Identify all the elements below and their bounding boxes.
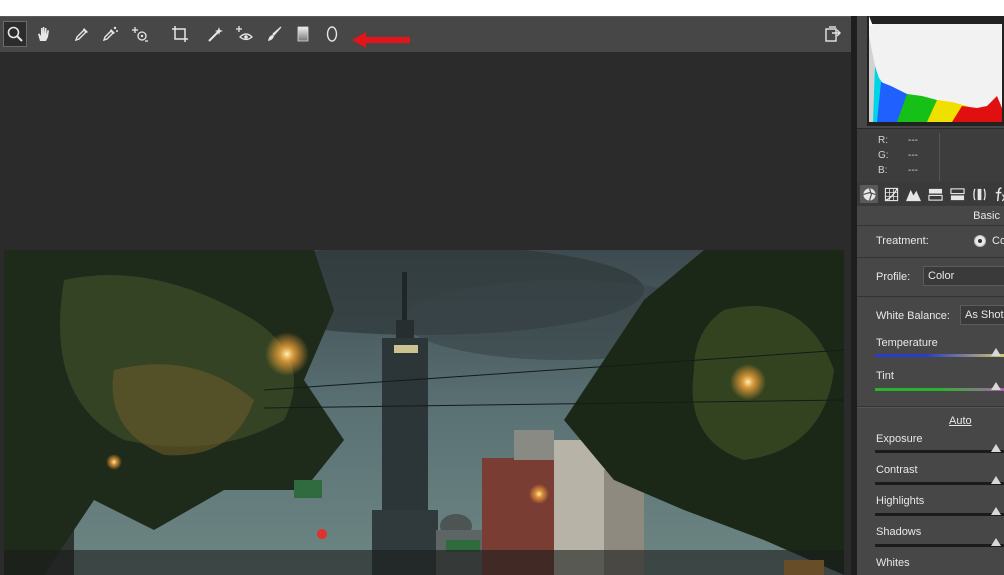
toolbar (0, 16, 851, 52)
camera-raw-window: R: --- G: --- B: --- Basic Treatment: Co… (0, 0, 1004, 575)
hand-icon (38, 27, 49, 41)
white-balance-tool-button[interactable] (70, 21, 94, 47)
tone-curve-icon (884, 187, 898, 201)
profile-dropdown[interactable]: Color (923, 266, 1004, 286)
temperature-slider-thumb[interactable] (991, 348, 1002, 356)
zoom-tool-button[interactable] (3, 21, 27, 47)
mountains-icon (905, 189, 921, 201)
white-balance-label: White Balance: (876, 310, 950, 322)
section-title: Basic (973, 210, 1000, 222)
exposure-slider-thumb[interactable] (991, 444, 1002, 452)
red-arrow-annotation (352, 32, 410, 48)
shadows-slider-thumb[interactable] (991, 538, 1002, 546)
contrast-slider-thumb[interactable] (991, 476, 1002, 484)
histogram (867, 16, 1004, 126)
readout-separator (939, 133, 940, 181)
graduated-filter-tool-button[interactable] (291, 21, 315, 47)
temperature-label: Temperature (876, 337, 938, 349)
magnifier-icon (7, 26, 23, 42)
rgb-readout: R: --- G: --- B: --- (857, 128, 1004, 186)
image-canvas[interactable] (0, 52, 851, 575)
adjustment-brush-tool-button[interactable] (262, 21, 286, 47)
exposure-slider[interactable] (875, 444, 1004, 453)
tab-effects[interactable] (991, 185, 1004, 203)
divider (857, 296, 1004, 297)
highlights-slider-thumb[interactable] (991, 507, 1002, 515)
split-toning-icon (949, 187, 965, 200)
g-value: --- (908, 150, 918, 161)
straighten-icon (208, 27, 223, 42)
shadows-slider[interactable] (875, 538, 1004, 547)
tint-label: Tint (876, 370, 894, 382)
contrast-label: Contrast (876, 464, 918, 476)
r-value: --- (908, 135, 918, 146)
straighten-tool-button[interactable] (204, 21, 228, 47)
tab-tone-curve[interactable] (882, 185, 900, 203)
exposure-label: Exposure (876, 433, 923, 445)
hsl-icon (927, 188, 943, 201)
divider (857, 407, 1004, 408)
section-header: Basic (857, 207, 1004, 226)
temperature-slider[interactable] (875, 348, 1004, 357)
brush-icon (268, 26, 282, 41)
tab-split-toning[interactable] (948, 185, 966, 203)
tab-detail[interactable] (904, 185, 922, 203)
divider (857, 257, 1004, 258)
b-label: B: (878, 165, 888, 176)
city-photo-image (4, 250, 844, 575)
tab-lens-corrections[interactable] (970, 185, 988, 203)
g-label: G: (878, 150, 889, 161)
panel-tabs (857, 182, 1004, 206)
red-eye-icon (236, 26, 253, 41)
targeted-adjustment-tool-button[interactable] (128, 21, 152, 47)
highlights-label: Highlights (876, 495, 925, 507)
shadows-label: Shadows (876, 526, 922, 538)
ellipse-icon (326, 26, 338, 42)
hand-tool-button[interactable] (32, 21, 56, 47)
export-icon (825, 26, 841, 42)
histogram-graph (867, 16, 1004, 126)
lens-icon (972, 188, 986, 200)
profile-label: Profile: (876, 271, 911, 283)
crop-icon (172, 26, 188, 42)
adjustment-panel: R: --- G: --- B: --- Basic Treatment: Co… (857, 16, 1004, 575)
highlights-slider[interactable] (875, 507, 1004, 516)
fx-icon (995, 186, 1004, 201)
tint-slider-thumb[interactable] (991, 382, 1002, 390)
crop-tool-button[interactable] (168, 21, 192, 47)
eyedropper-icon (74, 28, 88, 42)
color-sampler-tool-button[interactable] (98, 21, 122, 47)
profile-value: Color (928, 270, 955, 282)
white-balance-dropdown[interactable]: As Shot (960, 305, 1004, 325)
tint-slider[interactable] (875, 382, 1004, 391)
gradient-icon (297, 26, 309, 42)
r-label: R: (878, 135, 888, 146)
auto-link[interactable]: Auto (949, 415, 972, 427)
whites-label: Whites (876, 557, 910, 569)
tab-basic[interactable] (860, 185, 878, 203)
treatment-color-label: Co (992, 235, 1004, 247)
targeted-adjust-icon (132, 27, 148, 42)
red-eye-tool-button[interactable] (232, 21, 256, 47)
radial-filter-tool-button[interactable] (320, 21, 344, 47)
white-balance-value: As Shot (965, 309, 1004, 321)
tab-hsl[interactable] (926, 185, 944, 203)
contrast-slider[interactable] (875, 476, 1004, 485)
aperture-icon (862, 187, 876, 201)
open-preferences-button[interactable] (821, 21, 845, 47)
color-sampler-icon (102, 26, 118, 42)
b-value: --- (908, 165, 918, 176)
arrow-shape (352, 32, 410, 48)
treatment-label: Treatment: (876, 235, 929, 247)
treatment-color-radio[interactable] (974, 235, 986, 247)
photo-preview[interactable] (4, 250, 844, 575)
